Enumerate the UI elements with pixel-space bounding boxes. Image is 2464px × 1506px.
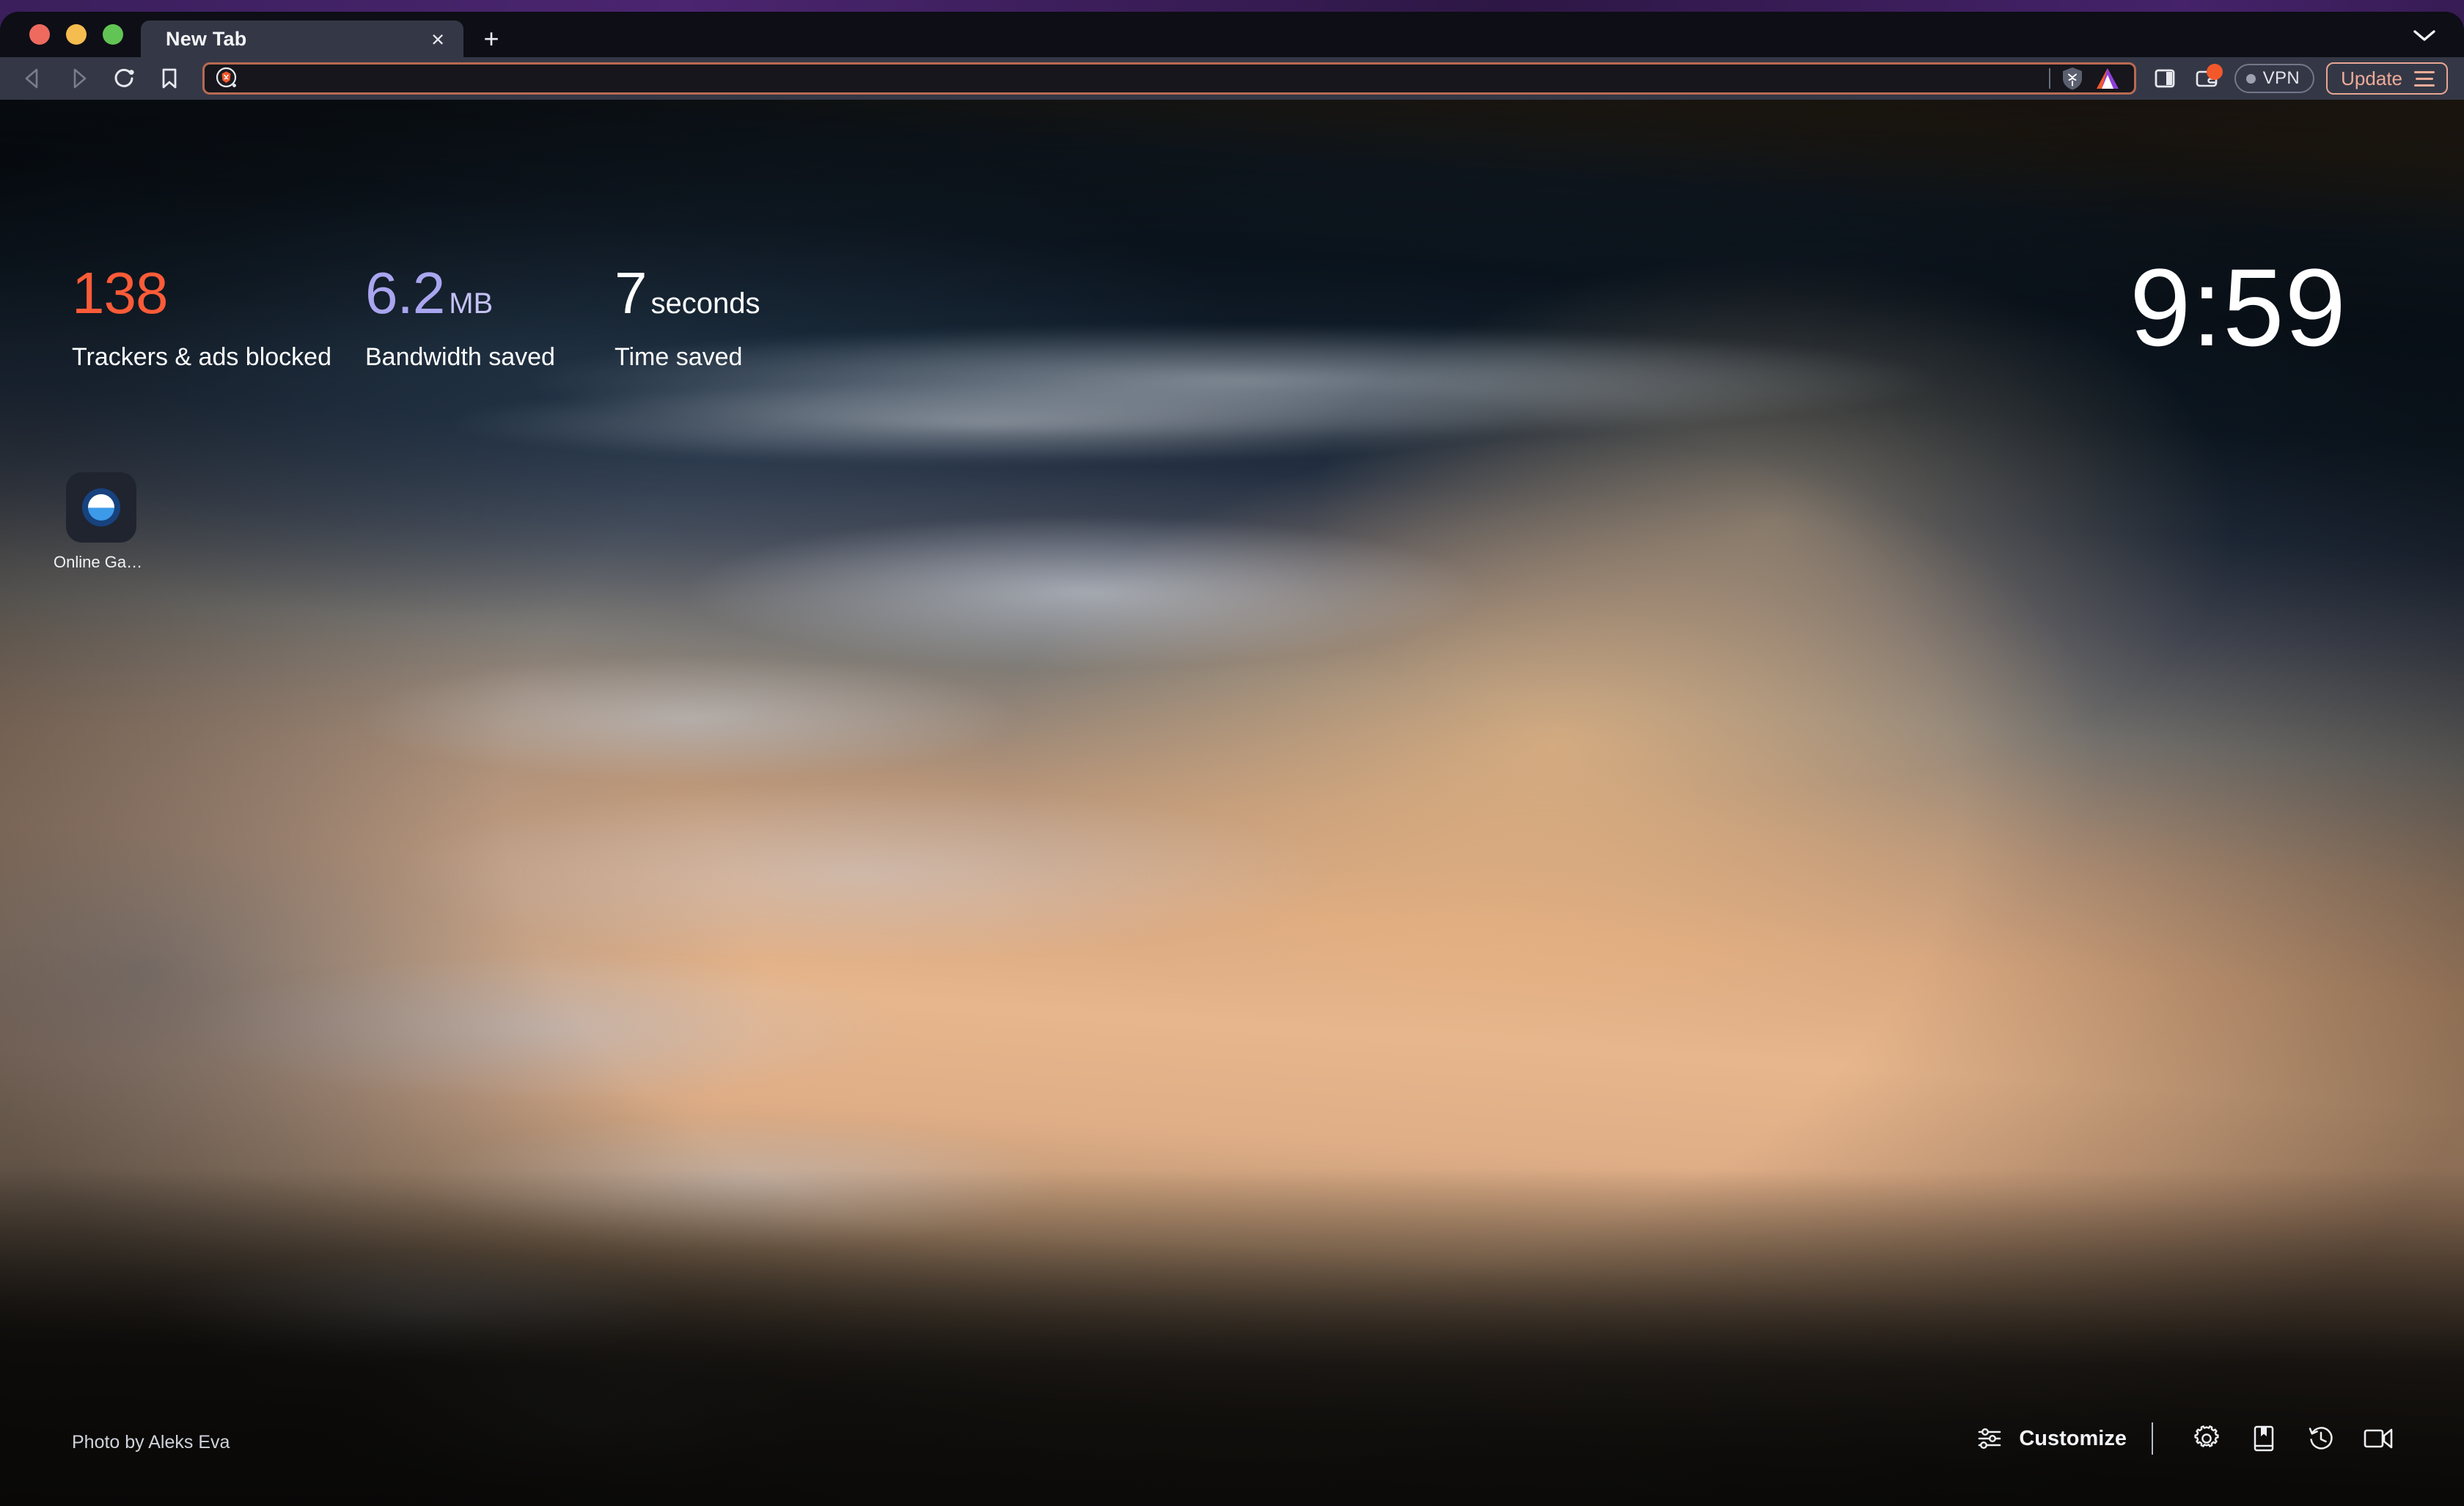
stat-trackers-blocked: 138 Trackers & ads blocked xyxy=(72,264,365,372)
browser-window: New Tab × + VPN Update 138 Trackers & ad… xyxy=(0,12,2464,1506)
brave-search-lion-icon xyxy=(215,66,240,91)
customize-button[interactable]: Customize xyxy=(1975,1424,2152,1453)
stat-label: Bandwidth saved xyxy=(365,343,555,371)
vpn-button[interactable]: VPN xyxy=(2234,64,2315,93)
brave-talk-video-icon[interactable] xyxy=(2350,1417,2407,1461)
customize-label: Customize xyxy=(2019,1426,2127,1450)
forward-arrow-icon[interactable] xyxy=(56,57,101,100)
stat-label: Time saved xyxy=(615,343,743,371)
stat-value: 138 xyxy=(72,260,168,326)
update-button[interactable]: Update xyxy=(2326,62,2448,95)
brave-shields-lion-icon[interactable] xyxy=(2061,66,2084,91)
close-window-button[interactable] xyxy=(29,24,50,45)
window-traffic-lights xyxy=(16,12,141,57)
vpn-status-dot xyxy=(2245,73,2256,84)
history-clock-icon[interactable] xyxy=(2292,1417,2350,1461)
clock-widget: 9:59 xyxy=(2130,246,2347,369)
bookmarks-book-icon[interactable] xyxy=(2235,1417,2292,1461)
stat-value: 7 xyxy=(615,260,647,326)
tab-strip: New Tab × + xyxy=(0,12,2464,57)
stat-unit: MB xyxy=(449,287,494,320)
bat-triangle-icon[interactable] xyxy=(2094,66,2121,91)
top-sites: Online Gam... xyxy=(54,472,149,572)
address-input[interactable] xyxy=(247,67,2042,89)
bottom-toolbar-divider xyxy=(2152,1422,2153,1455)
zoom-window-button[interactable] xyxy=(103,24,123,45)
privacy-stats: 138 Trackers & ads blocked 6.2 MB Bandwid… xyxy=(72,264,760,372)
address-bar-actions xyxy=(2048,66,2124,91)
close-tab-icon[interactable]: × xyxy=(424,25,452,53)
browser-toolbar: VPN Update xyxy=(0,57,2464,100)
stat-time-saved: 7 seconds Time saved xyxy=(615,264,760,372)
chevron-down-icon[interactable] xyxy=(2410,25,2439,47)
tab-title: New Tab xyxy=(166,27,247,50)
ntp-bottom-toolbar: Customize xyxy=(1975,1417,2407,1461)
settings-gear-icon[interactable] xyxy=(2178,1417,2235,1461)
top-site-label: Online Gam... xyxy=(54,553,149,571)
update-label: Update xyxy=(2341,67,2402,89)
new-tab-page: 138 Trackers & ads blocked 6.2 MB Bandwid… xyxy=(0,100,2464,1506)
stat-value-row: 7 seconds xyxy=(615,264,760,323)
top-site-tile[interactable]: Online Gam... xyxy=(54,472,149,572)
address-bar-divider xyxy=(2048,68,2050,89)
bookmark-icon[interactable] xyxy=(147,57,192,100)
online-games-circle-icon xyxy=(66,472,136,543)
back-arrow-icon[interactable] xyxy=(10,57,56,100)
photo-credit: Photo by Aleks Eva xyxy=(72,1432,230,1452)
wallet-icon[interactable] xyxy=(2186,57,2229,100)
stat-bandwidth-saved: 6.2 MB Bandwidth saved xyxy=(365,264,615,372)
wallet-notification-badge xyxy=(2206,64,2223,80)
sliders-icon xyxy=(1975,1424,2004,1453)
sidebar-panel-icon[interactable] xyxy=(2144,57,2186,100)
hamburger-menu-icon[interactable] xyxy=(2414,70,2435,87)
stat-label: Trackers & ads blocked xyxy=(72,343,331,371)
reload-icon[interactable] xyxy=(101,57,147,100)
address-bar[interactable] xyxy=(202,62,2136,95)
minimize-window-button[interactable] xyxy=(66,24,87,45)
stat-value-row: 138 xyxy=(72,264,365,323)
stat-unit: seconds xyxy=(650,287,760,320)
tab-new-tab[interactable]: New Tab × xyxy=(141,21,463,57)
vpn-label: VPN xyxy=(2262,68,2300,88)
stat-value-row: 6.2 MB xyxy=(365,264,615,323)
stat-value: 6.2 xyxy=(365,260,445,326)
new-tab-button[interactable]: + xyxy=(469,21,513,57)
